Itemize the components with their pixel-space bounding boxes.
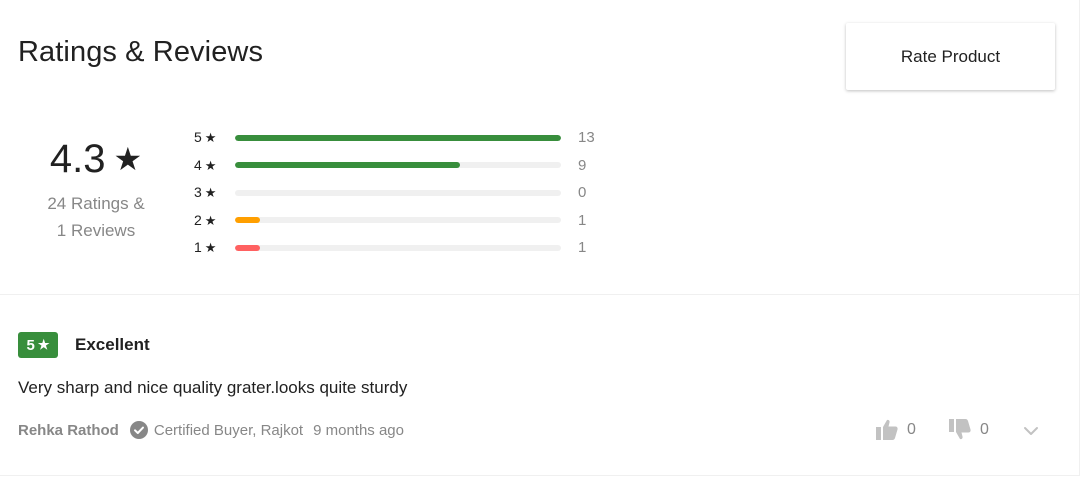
rating-row-5: 5 ★ 13 [194, 124, 595, 152]
rating-bar-fill [235, 162, 460, 169]
star-icon: ★ [37, 337, 50, 352]
dislike-count: 0 [980, 420, 989, 438]
rating-count: 9 [578, 156, 587, 174]
average-rating: 4.3 ★ [40, 136, 152, 182]
star-icon: ★ [204, 130, 217, 146]
rating-bar-track [235, 162, 561, 169]
like-button[interactable]: 0 [876, 419, 916, 440]
rating-bar-track [235, 134, 561, 141]
rating-bar-fill [235, 217, 261, 224]
like-count: 0 [907, 420, 916, 438]
certified-buyer-text: Certified Buyer, Rajkot [153, 421, 304, 439]
chevron-down-icon[interactable] [1022, 422, 1040, 440]
certified-check-icon [129, 421, 148, 439]
review-title: Excellent [75, 335, 150, 354]
rating-breakdown: 5 ★ 13 4 ★ 9 3 ★ 0 2 ★ 1 1 ★ 1 [194, 124, 595, 262]
rating-row-2: 2 ★ 1 [194, 207, 586, 235]
star-label: 2 ★ [194, 211, 217, 228]
review-author: Rehka Rathod [18, 421, 119, 439]
rate-product-button[interactable]: Rate Product [846, 23, 1055, 90]
average-rating-value: 4.3 [49, 137, 106, 181]
rating-bar-track [235, 244, 561, 251]
star-label: 5 ★ [194, 129, 217, 146]
rating-count: 1 [578, 211, 587, 229]
rating-count-text: 24 Ratings & 1 Reviews [40, 190, 152, 244]
rating-bar-fill [235, 134, 561, 141]
rating-count: 13 [578, 129, 595, 147]
ratings-reviews-card: Ratings & Reviews Rate Product 4.3 ★ 24 … [0, 0, 1080, 476]
review-time: 9 months ago [313, 421, 404, 439]
reviews-count: 1 Reviews [56, 221, 136, 240]
review-rating-badge: 5 ★ [18, 332, 58, 358]
rating-bar-fill [235, 244, 261, 251]
star-label: 1 ★ [194, 239, 217, 256]
star-icon: ★ [204, 240, 217, 256]
rating-row-4: 4 ★ 9 [194, 152, 586, 180]
star-label: 4 ★ [194, 156, 217, 173]
rating-count: 0 [578, 184, 587, 202]
divider [0, 294, 1080, 295]
review-rating-value: 5 [26, 336, 35, 354]
star-icon: ★ [113, 141, 143, 177]
rating-summary: 4.3 ★ 24 Ratings & 1 Reviews [40, 136, 152, 244]
section-title: Ratings & Reviews [18, 36, 264, 68]
thumbs-down-icon [949, 419, 971, 440]
rating-row-3: 3 ★ 0 [194, 179, 586, 207]
star-icon: ★ [204, 157, 217, 173]
review-meta: Rehka Rathod Certified Buyer, Rajkot 9 m… [18, 421, 404, 439]
review-text: Very sharp and nice quality grater.looks… [18, 378, 408, 397]
star-label: 3 ★ [194, 184, 217, 201]
thumbs-up-icon [876, 419, 898, 440]
ratings-count: 24 Ratings & [47, 194, 145, 213]
rating-bar-track [235, 217, 561, 224]
star-icon: ★ [204, 212, 217, 228]
rating-bar-track [235, 189, 561, 196]
star-icon: ★ [204, 185, 217, 201]
rating-row-1: 1 ★ 1 [194, 234, 586, 262]
rating-count: 1 [578, 239, 587, 257]
dislike-button[interactable]: 0 [949, 419, 989, 440]
